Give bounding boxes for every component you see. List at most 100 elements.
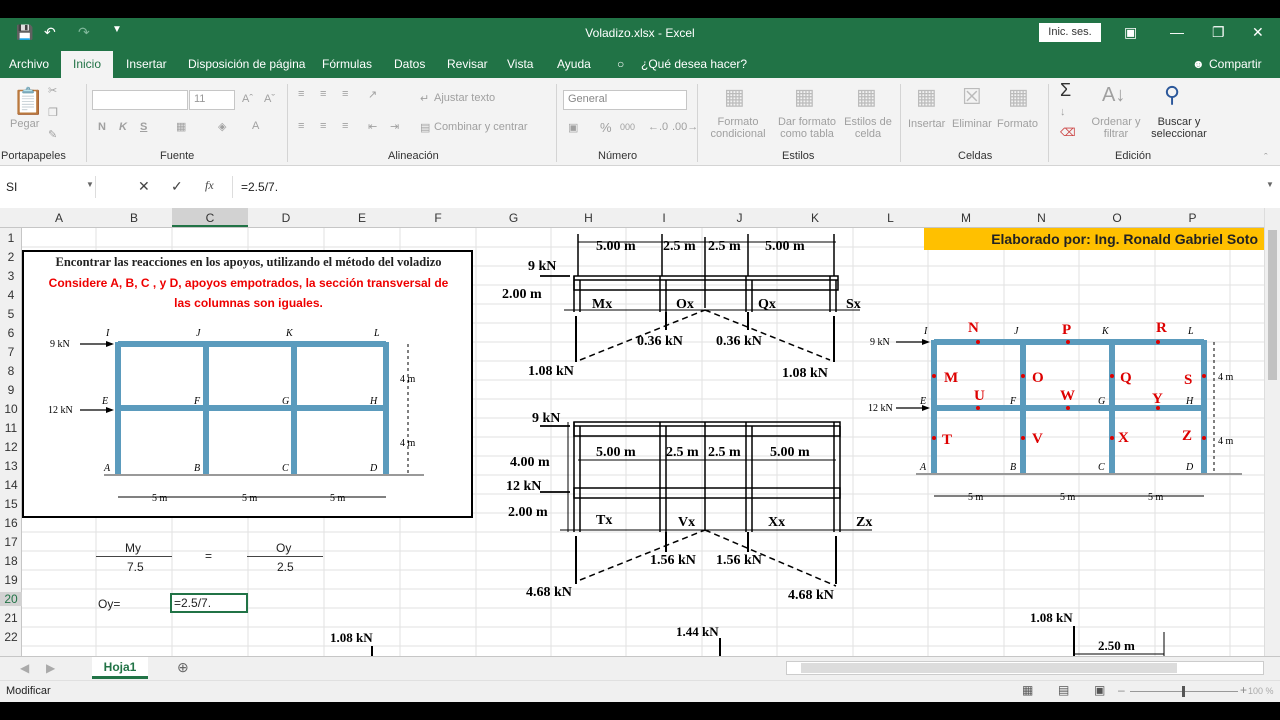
format-painter-icon[interactable]: ✎ — [48, 128, 57, 141]
sort-filter-button[interactable]: Ordenar y filtrar — [1090, 116, 1142, 140]
row-header[interactable]: 1 — [0, 231, 22, 245]
row-header[interactable]: 2 — [0, 250, 22, 264]
collapse-ribbon-icon[interactable]: ˆ — [1264, 152, 1268, 164]
column-header[interactable]: P — [1155, 211, 1230, 225]
menu-insertar[interactable]: Insertar — [126, 57, 167, 71]
close-icon[interactable]: ✕ — [1252, 24, 1264, 41]
borders-icon[interactable]: ▦ — [176, 120, 186, 133]
fill-color-icon[interactable]: ◈ — [218, 120, 226, 133]
number-format-box[interactable]: General — [563, 90, 687, 110]
expand-formula-icon[interactable]: ▼ — [1266, 180, 1274, 189]
row-header[interactable]: 21 — [0, 611, 22, 625]
page-layout-icon[interactable]: ▤ — [1058, 683, 1069, 697]
insert-function-icon[interactable]: fx — [205, 178, 214, 193]
row-header[interactable]: 22 — [0, 630, 22, 644]
clear-icon[interactable]: ⌫ — [1060, 126, 1076, 139]
row-header[interactable]: 15 — [0, 497, 22, 511]
row-header[interactable]: 10 — [0, 402, 22, 416]
decrease-decimal-icon[interactable]: .00→ — [672, 121, 698, 133]
column-header[interactable]: C — [172, 208, 248, 227]
currency-icon[interactable]: ▣ — [568, 121, 578, 134]
underline-button[interactable]: S — [140, 121, 147, 133]
format-as-table-button[interactable]: Dar formato como tabla — [774, 116, 840, 140]
column-header[interactable]: B — [96, 211, 172, 225]
name-box[interactable]: SI — [0, 176, 96, 198]
decrease-indent-icon[interactable]: ⇤ — [368, 120, 377, 133]
column-header[interactable]: D — [248, 211, 324, 225]
cell-25[interactable]: 2.5 — [277, 560, 294, 574]
add-sheet-icon[interactable]: ⊕ — [177, 659, 189, 676]
autosum-icon[interactable]: Σ — [1060, 80, 1071, 101]
increase-decimal-icon[interactable]: ←.0 — [648, 121, 668, 133]
align-left-icon[interactable]: ≡ — [298, 120, 304, 132]
column-header[interactable]: O — [1079, 211, 1155, 225]
row-header[interactable]: 17 — [0, 535, 22, 549]
signin-button[interactable]: Inic. ses. — [1039, 23, 1101, 42]
menu-formulas[interactable]: Fórmulas — [322, 57, 372, 71]
normal-view-icon[interactable]: ▦ — [1022, 683, 1033, 697]
name-box-dropdown-icon[interactable]: ▼ — [86, 180, 94, 189]
column-header[interactable]: N — [1004, 211, 1079, 225]
fill-icon[interactable]: ↓ — [1060, 106, 1066, 118]
ribbon-display-icon[interactable]: ▣ — [1124, 24, 1137, 41]
column-header[interactable]: E — [324, 211, 400, 225]
align-middle-icon[interactable]: ≡ — [320, 88, 326, 100]
row-header[interactable]: 19 — [0, 573, 22, 587]
cell-my[interactable]: My — [125, 541, 141, 555]
menu-datos[interactable]: Datos — [394, 57, 425, 71]
row-header[interactable]: 7 — [0, 345, 22, 359]
menu-ayuda[interactable]: Ayuda — [557, 57, 591, 71]
menu-disposicion[interactable]: Disposición de página — [188, 57, 305, 71]
tell-me-box[interactable]: ¿Qué desea hacer? — [641, 57, 747, 71]
paste-button[interactable]: Pegar — [10, 118, 39, 130]
column-header[interactable]: H — [551, 211, 626, 225]
row-header[interactable]: 3 — [0, 269, 22, 283]
menu-archivo[interactable]: Archivo — [9, 57, 49, 71]
column-header[interactable]: I — [626, 211, 702, 225]
row-header[interactable]: 18 — [0, 554, 22, 568]
active-cell[interactable]: =2.5/7. — [170, 593, 248, 613]
align-right-icon[interactable]: ≡ — [342, 120, 348, 132]
share-button[interactable]: Compartir — [1209, 57, 1262, 71]
restore-icon[interactable]: ❐ — [1212, 24, 1225, 41]
zoom-level[interactable]: 100 % — [1248, 686, 1274, 696]
row-header[interactable]: 14 — [0, 478, 22, 492]
copy-icon[interactable]: ❐ — [48, 106, 58, 119]
percent-icon[interactable]: % — [600, 120, 612, 135]
find-select-button[interactable]: Buscar y seleccionar — [1146, 116, 1212, 140]
horizontal-scroll-thumb[interactable] — [801, 663, 1177, 673]
cell-oy[interactable]: Oy — [276, 541, 291, 555]
column-header[interactable]: J — [702, 211, 777, 225]
merge-button[interactable]: Combinar y centrar — [434, 121, 528, 133]
menu-revisar[interactable]: Revisar — [447, 57, 488, 71]
page-break-icon[interactable]: ▣ — [1094, 683, 1105, 697]
orientation-icon[interactable]: ↗ — [368, 88, 377, 101]
align-center-icon[interactable]: ≡ — [320, 120, 326, 132]
formula-input[interactable]: =2.5/7. — [232, 176, 1264, 198]
row-header[interactable]: 13 — [0, 459, 22, 473]
wrap-text-button[interactable]: Ajustar texto — [434, 92, 495, 104]
column-header[interactable]: A — [22, 211, 96, 225]
zoom-in-icon[interactable]: + — [1240, 683, 1247, 697]
prev-sheet-icon[interactable]: ◀ — [20, 661, 29, 675]
cell-oy-label[interactable]: Oy= — [98, 597, 120, 611]
column-header[interactable]: L — [853, 211, 928, 225]
align-bottom-icon[interactable]: ≡ — [342, 88, 348, 100]
align-top-icon[interactable]: ≡ — [298, 88, 304, 100]
share-icon[interactable]: ☻ — [1192, 57, 1205, 71]
zoom-slider-thumb[interactable] — [1182, 686, 1185, 697]
cell-styles-button[interactable]: Estilos de celda — [842, 116, 894, 140]
decrease-font-icon[interactable]: Aˇ — [264, 93, 275, 105]
row-header[interactable]: 6 — [0, 326, 22, 340]
font-size-box[interactable]: 11 — [189, 90, 235, 110]
comma-style-icon[interactable]: 000 — [620, 122, 635, 132]
font-name-box[interactable] — [92, 90, 188, 110]
format-cells-button[interactable]: Formato — [997, 118, 1038, 130]
cancel-icon[interactable]: ✕ — [138, 178, 150, 195]
row-header[interactable]: 20 — [0, 592, 22, 606]
column-header[interactable]: G — [476, 211, 551, 225]
row-header[interactable]: 4 — [0, 288, 22, 302]
minimize-icon[interactable]: — — [1170, 24, 1184, 40]
increase-indent-icon[interactable]: ⇥ — [390, 120, 399, 133]
column-header[interactable]: M — [928, 211, 1004, 225]
